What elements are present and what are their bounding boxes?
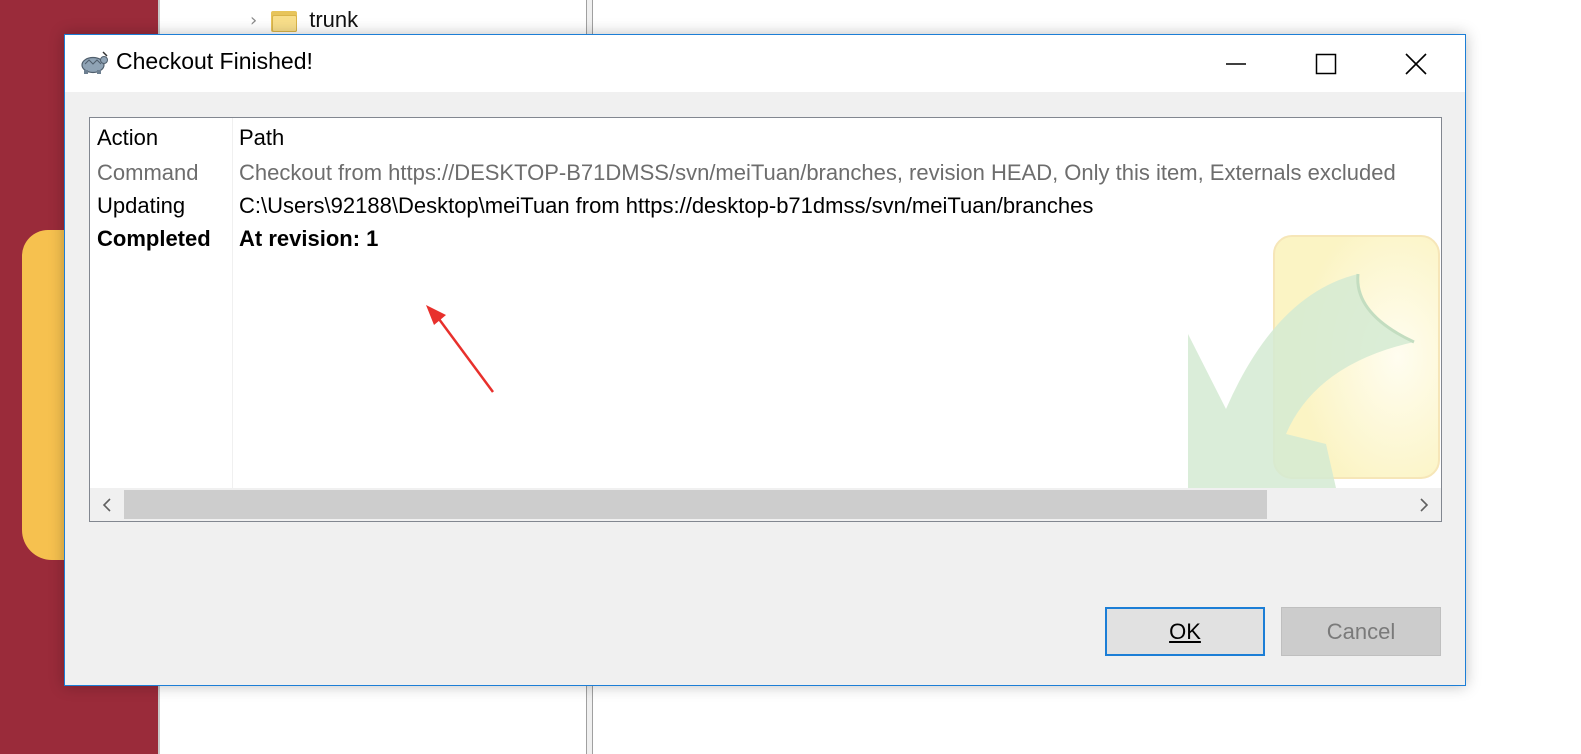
close-icon xyxy=(1405,52,1427,75)
results-list[interactable]: Action Path Command Checkout from https:… xyxy=(89,117,1442,522)
folder-icon xyxy=(271,8,298,32)
horizontal-scrollbar[interactable] xyxy=(90,488,1441,521)
maximize-button[interactable] xyxy=(1281,35,1371,92)
checkout-finished-dialog: Checkout Finished! Action Path Command C… xyxy=(64,34,1466,686)
maximize-icon xyxy=(1315,53,1337,74)
scroll-right-button[interactable] xyxy=(1407,488,1441,521)
annotation-arrow-icon xyxy=(426,305,495,393)
row-path: C:\Users\92188\Desktop\meiTuan from http… xyxy=(239,193,1094,218)
tortoisesvn-icon xyxy=(81,51,108,74)
row-path: At revision: 1 xyxy=(239,226,379,251)
tree-item-label[interactable]: trunk xyxy=(309,7,358,33)
list-row[interactable]: Command Checkout from https://DESKTOP-B7… xyxy=(90,157,1441,189)
tree-item-trunk[interactable]: › trunk xyxy=(250,4,358,36)
minimize-button[interactable] xyxy=(1191,35,1281,92)
list-row[interactable]: Completed At revision: 1 xyxy=(90,223,1441,255)
ok-button[interactable]: OK xyxy=(1105,607,1265,656)
minimize-icon xyxy=(1226,62,1246,65)
list-header: Action Path xyxy=(90,122,1441,154)
dialog-title: Checkout Finished! xyxy=(116,48,313,74)
row-action: Updating xyxy=(97,193,186,218)
scrollbar-thumb[interactable] xyxy=(124,490,1267,519)
cancel-button-label: Cancel xyxy=(1326,618,1396,644)
ok-button-label: OK xyxy=(1169,618,1201,644)
chevron-right-icon xyxy=(1420,497,1429,512)
cancel-button[interactable]: Cancel xyxy=(1281,607,1441,656)
column-header-action[interactable]: Action xyxy=(97,122,158,154)
title-bar[interactable]: Checkout Finished! xyxy=(65,35,1465,92)
row-path: Checkout from https://DESKTOP-B71DMSS/sv… xyxy=(239,160,1396,185)
row-action: Completed xyxy=(97,226,211,251)
list-row[interactable]: Updating C:\Users\92188\Desktop\meiTuan … xyxy=(90,190,1441,222)
checkout-watermark-icon xyxy=(1188,235,1440,488)
chevron-left-icon xyxy=(102,497,111,512)
row-action: Command xyxy=(97,160,199,185)
chevron-right-icon[interactable]: › xyxy=(250,10,257,31)
column-header-path[interactable]: Path xyxy=(239,122,284,154)
scroll-left-button[interactable] xyxy=(90,488,124,521)
close-button[interactable] xyxy=(1371,35,1461,92)
